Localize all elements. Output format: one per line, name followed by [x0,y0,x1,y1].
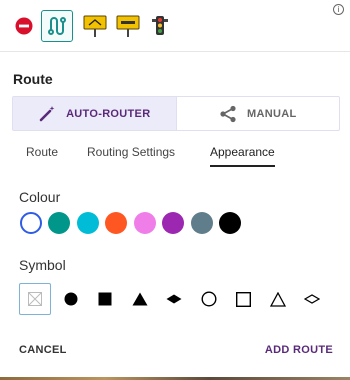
no-entry-icon[interactable] [8,10,40,42]
symbol-triangle-filled-option[interactable] [124,283,156,315]
symbol-square-outline-option[interactable] [227,283,259,315]
symbol-circle-filled-option[interactable] [55,283,87,315]
colour-swatch[interactable] [191,212,213,234]
triangle-filled-icon [132,292,148,306]
symbol-triangle-outline-option[interactable] [262,283,294,315]
custom-sign-icon[interactable] [112,10,144,42]
manual-button[interactable]: MANUAL [177,97,340,130]
colour-swatch[interactable] [105,212,127,234]
colour-label: Colour [19,189,61,205]
cancel-button[interactable]: CANCEL [19,344,67,356]
square-filled-icon [98,292,112,306]
share-nodes-icon [220,105,236,122]
routing-mode-toggle: AUTO-ROUTER MANUAL [12,96,340,131]
colour-swatch[interactable] [20,212,42,234]
colour-swatch[interactable] [219,212,241,234]
circle-filled-icon [64,292,78,306]
route-icon[interactable] [41,10,73,42]
tab-bar: Route Routing Settings Appearance [0,143,350,167]
tab-appearance[interactable]: Appearance [210,143,275,167]
auto-router-button[interactable]: AUTO-ROUTER [13,97,177,130]
circle-outline-icon [201,291,217,307]
section-title-route: Route [13,71,53,87]
symbol-diamond-filled-option[interactable] [158,283,190,315]
tab-routing-settings[interactable]: Routing Settings [87,143,175,167]
triangle-outline-icon [270,291,286,307]
symbol-circle-outline-option[interactable] [193,283,225,315]
toolbar: i [0,0,350,52]
traffic-light-icon[interactable] [144,10,176,42]
diamond-outline-icon [304,294,320,304]
colour-swatch[interactable] [77,212,99,234]
square-outline-icon [235,291,251,307]
direction-sign-icon[interactable] [79,10,111,42]
no-symbol-icon [28,292,42,306]
add-route-button[interactable]: ADD ROUTE [265,344,333,356]
info-icon[interactable]: i [333,4,344,15]
auto-router-label: AUTO-ROUTER [66,107,151,120]
manual-label: MANUAL [247,107,297,120]
magic-wand-icon [39,105,55,121]
diamond-filled-icon [166,294,182,304]
symbol-diamond-outline-option[interactable] [296,283,328,315]
colour-swatch[interactable] [48,212,70,234]
colour-swatch[interactable] [134,212,156,234]
symbol-square-filled-option[interactable] [89,283,121,315]
colour-swatch[interactable] [162,212,184,234]
tab-route[interactable]: Route [26,143,58,167]
symbol-label: Symbol [19,257,66,273]
symbol-none-option[interactable] [19,283,51,315]
